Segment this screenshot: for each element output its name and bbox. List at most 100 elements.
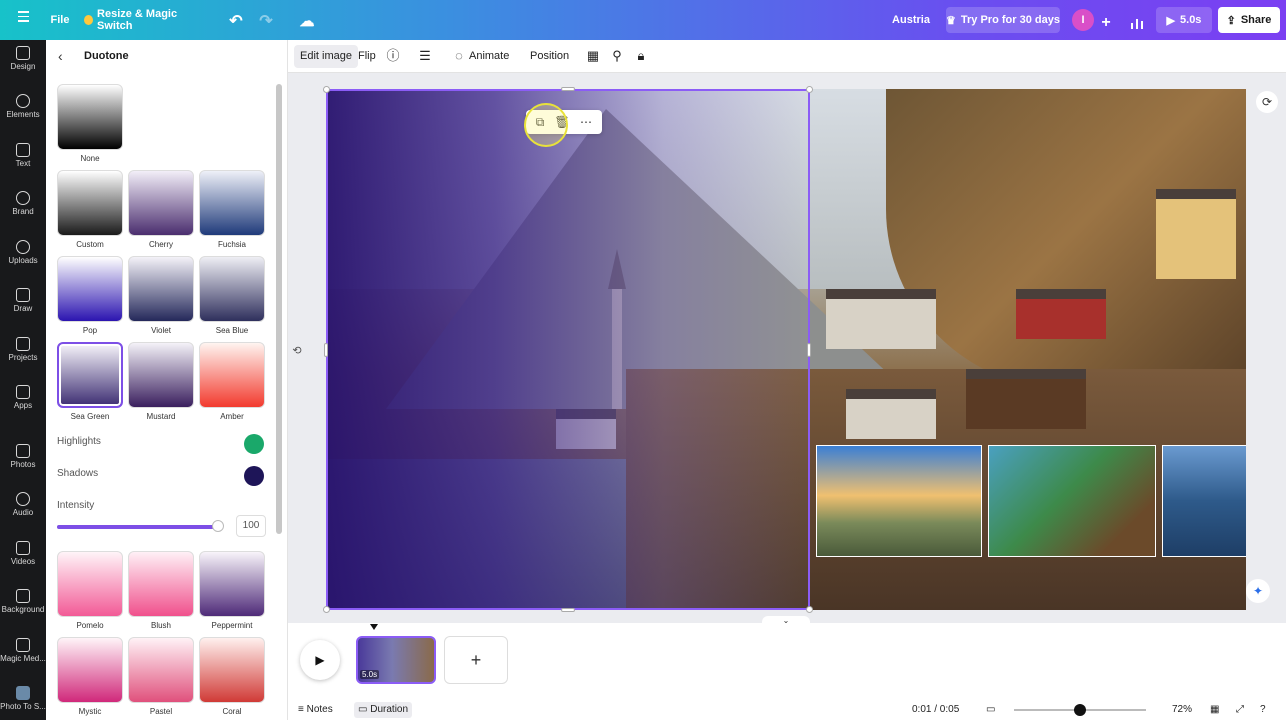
resize-handle[interactable] <box>806 606 813 613</box>
duotone-swatch-blush[interactable] <box>128 551 194 617</box>
duration-button[interactable]: ▭ Duration <box>354 702 412 718</box>
rail-item-draw[interactable]: Draw <box>0 282 46 326</box>
photo-ferris-wheel[interactable] <box>816 445 982 557</box>
transparency-icon[interactable]: ▦ <box>585 48 601 64</box>
intensity-slider[interactable] <box>57 525 221 529</box>
zoom-level[interactable]: 72% <box>1172 702 1192 718</box>
duotone-swatch-mystic[interactable] <box>57 637 123 703</box>
rail-item-photo-to-sketch[interactable]: Photo To S... <box>0 680 46 720</box>
more-options-icon[interactable]: ⋯ <box>578 114 594 130</box>
rail-item-brand[interactable]: Brand <box>0 185 46 229</box>
timeline-clip[interactable]: 5.0s <box>356 636 436 684</box>
rail-label: Photo To S... <box>0 702 46 711</box>
add-page-button[interactable]: + <box>444 636 508 684</box>
help-icon[interactable]: ? <box>1260 702 1266 718</box>
resize-handle[interactable] <box>807 343 811 357</box>
rail-item-background[interactable]: Background <box>0 583 46 627</box>
rail-item-audio[interactable]: Audio <box>0 486 46 530</box>
rail-item-design[interactable]: Design <box>0 40 46 84</box>
try-pro-label: Try Pro for 30 days <box>961 14 1060 26</box>
undo-icon[interactable]: ↶ <box>226 6 246 36</box>
duotone-swatch-sea-blue[interactable] <box>199 256 265 322</box>
animate-button[interactable]: Animate <box>463 45 515 68</box>
file-button[interactable]: File <box>46 5 74 35</box>
present-play-button[interactable]: ▶ 5.0s <box>1156 7 1212 33</box>
project-name[interactable]: Austria <box>884 5 938 35</box>
resize-handle[interactable] <box>323 86 330 93</box>
highlights-color-swatch[interactable] <box>244 434 264 454</box>
panel-header: ‹ Duotone <box>46 40 288 74</box>
position-button[interactable]: Position <box>524 45 575 68</box>
paint-format-icon[interactable]: ⚲ <box>609 48 625 64</box>
share-label: Share <box>1241 14 1272 26</box>
zoom-slider-knob[interactable] <box>1074 704 1086 716</box>
rail-item-photos[interactable]: Photos <box>0 438 46 482</box>
fullscreen-icon[interactable]: ⤢ <box>1236 702 1244 718</box>
rail-item-apps[interactable]: Apps <box>0 379 46 423</box>
duotone-swatch-custom[interactable] <box>57 170 123 236</box>
selection-frame[interactable] <box>326 89 810 610</box>
crown-icon <box>84 15 93 25</box>
duration-label: Duration <box>370 704 408 715</box>
insights-icon[interactable] <box>1126 8 1148 38</box>
duotone-swatch-none[interactable] <box>57 84 123 150</box>
duotone-swatch-sea-green[interactable] <box>57 342 123 408</box>
redo-icon[interactable]: ↷ <box>256 6 276 36</box>
resize-handle[interactable] <box>323 606 330 613</box>
refresh-icon[interactable]: ⟳ <box>1256 91 1278 113</box>
add-collaborator-icon[interactable]: + <box>1096 8 1116 38</box>
info-icon[interactable]: ⓘ <box>385 48 401 64</box>
resize-handle[interactable] <box>561 87 575 91</box>
rail-item-magic-media[interactable]: Magic Med... <box>0 632 46 676</box>
photo-lake-boat[interactable] <box>1162 445 1246 557</box>
rail-label: Background <box>2 605 45 614</box>
menu-icon[interactable] <box>12 8 34 32</box>
resize-handle[interactable] <box>324 343 328 357</box>
resize-magic-switch-button[interactable]: Resize & Magic Switch <box>84 5 204 35</box>
back-arrow-icon[interactable]: ‹ <box>58 48 63 64</box>
duotone-swatch-fuchsia[interactable] <box>199 170 265 236</box>
intensity-value-input[interactable]: 100 <box>236 515 266 537</box>
duotone-swatch-pop[interactable] <box>57 256 123 322</box>
edit-image-button[interactable]: Edit image <box>294 45 358 68</box>
house <box>1016 289 1106 339</box>
rotate-icon[interactable]: ⟲ <box>290 344 304 358</box>
resize-handle[interactable] <box>806 86 813 93</box>
rail-item-videos[interactable]: Videos <box>0 535 46 579</box>
notes-button[interactable]: ≡ Notes <box>298 702 333 718</box>
flip-button[interactable]: Flip <box>352 45 382 68</box>
shadows-color-swatch[interactable] <box>244 466 264 486</box>
duotone-swatch-pastel[interactable] <box>128 637 194 703</box>
bar-chart-icon <box>1130 16 1144 30</box>
duotone-swatch-pomelo[interactable] <box>57 551 123 617</box>
lock-icon[interactable]: 🔒︎ <box>633 48 649 64</box>
playhead[interactable] <box>370 624 378 630</box>
line-weight-icon[interactable]: ☰ <box>417 48 433 64</box>
rail-label: Brand <box>12 207 33 216</box>
duotone-swatch-violet[interactable] <box>128 256 194 322</box>
intensity-slider-knob[interactable] <box>212 520 224 532</box>
rail-item-text[interactable]: Text <box>0 137 46 181</box>
duotone-swatch-coral[interactable] <box>199 637 265 703</box>
share-button[interactable]: ⇪ Share <box>1218 7 1280 33</box>
grid-view-icon[interactable]: ▦ <box>1210 702 1219 718</box>
panel-scrollbar[interactable] <box>276 84 282 534</box>
notes-panel-icon[interactable]: ▭ <box>986 702 995 718</box>
rail-item-elements[interactable]: Elements <box>0 88 46 132</box>
try-pro-button[interactable]: ♛ Try Pro for 30 days <box>946 7 1060 33</box>
duotone-swatch-cherry[interactable] <box>128 170 194 236</box>
photo-alpine-village[interactable] <box>988 445 1156 557</box>
bottom-bar: ≡ Notes ▭ Duration 0:01 / 0:05 ▭ 72% ▦ ⤢… <box>288 698 1286 720</box>
rail-item-uploads[interactable]: Uploads <box>0 234 46 278</box>
rail-item-projects[interactable]: Projects <box>0 331 46 375</box>
share-icon: ⇪ <box>1227 14 1236 27</box>
cloud-save-icon[interactable]: ☁ <box>296 6 318 36</box>
avatar[interactable]: I <box>1072 9 1094 31</box>
duotone-swatch-mustard[interactable] <box>128 342 194 408</box>
duotone-swatch-peppermint[interactable] <box>199 551 265 617</box>
duotone-swatch-amber[interactable] <box>199 342 265 408</box>
resize-handle[interactable] <box>561 608 575 612</box>
magic-sparkle-icon[interactable]: ✦ <box>1246 579 1270 603</box>
cursor-highlight <box>524 103 568 147</box>
timeline-play-button[interactable]: ▶ <box>300 640 340 680</box>
